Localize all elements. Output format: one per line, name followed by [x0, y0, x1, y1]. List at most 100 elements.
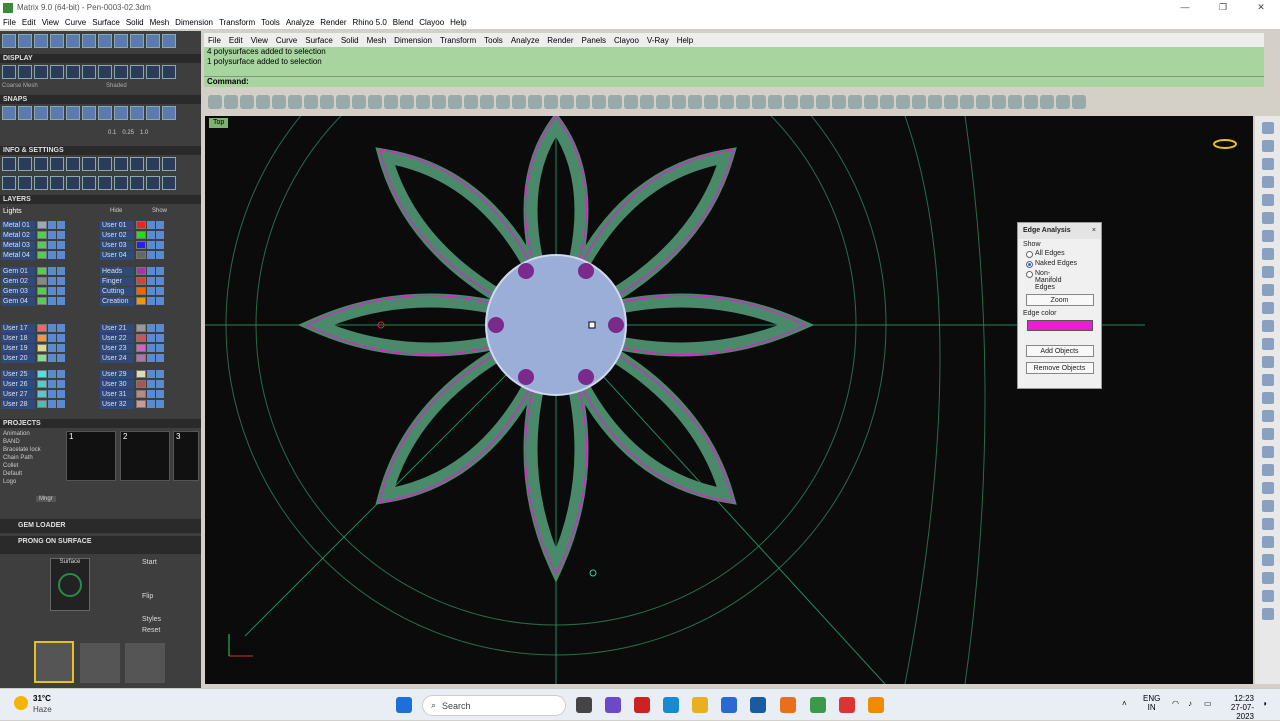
display-toolbar[interactable] [2, 65, 176, 79]
menu-blend[interactable]: Blend [390, 18, 416, 27]
file-explorer-icon[interactable] [692, 697, 708, 713]
rmenu-dimension[interactable]: Dimension [390, 36, 436, 45]
project-thumb-3[interactable]: 3 [173, 431, 199, 481]
rmenu-solid[interactable]: Solid [337, 36, 363, 45]
chevron-up-icon[interactable]: ˄ [1122, 699, 1127, 708]
layer-row[interactable]: User 01 [100, 220, 164, 230]
close-icon[interactable]: × [1092, 223, 1096, 239]
vlc-icon[interactable] [868, 697, 884, 713]
flip-option[interactable]: Flip [142, 593, 153, 600]
rmenu-vray[interactable]: V-Ray [643, 36, 673, 45]
snap-values[interactable]: 0.1 0.25 1.0 [108, 130, 148, 136]
layer-row[interactable]: Metal 04 [1, 250, 65, 260]
menu-transform[interactable]: Transform [216, 18, 258, 27]
rmenu-render[interactable]: Render [543, 36, 577, 45]
list-item[interactable]: Default [3, 470, 63, 478]
layer-row[interactable]: User 27 [1, 389, 65, 399]
menu-rhino5[interactable]: Rhino 5.0 [350, 18, 390, 27]
rmenu-analyze[interactable]: Analyze [507, 36, 543, 45]
notification-icon[interactable]: ◑ [1262, 699, 1267, 708]
zoom-button[interactable]: Zoom [1025, 294, 1094, 306]
layer-row[interactable]: User 23 [100, 343, 164, 353]
layer-row[interactable]: User 21 [100, 323, 164, 333]
command-prompt[interactable]: Command: [204, 76, 1264, 87]
weather-icon[interactable] [14, 696, 28, 710]
layer-row[interactable]: Gem 02 [1, 276, 65, 286]
remove-objects-button[interactable]: Remove Objects [1025, 362, 1094, 374]
volume-icon[interactable]: ♪ [1188, 699, 1192, 708]
all-edges-radio[interactable]: All Edges [1018, 250, 1101, 258]
styles-option[interactable]: Styles [142, 616, 161, 623]
menu-render[interactable]: Render [317, 18, 349, 27]
layer-row[interactable]: Gem 03 [1, 286, 65, 296]
menu-clayoo[interactable]: Clayoo [416, 18, 447, 27]
list-item[interactable]: BAND [3, 438, 63, 446]
layer-row[interactable]: User 17 [1, 323, 65, 333]
prong-style-2[interactable] [80, 643, 120, 683]
layer-row[interactable]: Gem 04 [1, 296, 65, 306]
menu-file[interactable]: File [0, 18, 19, 27]
weather-temp[interactable]: 31°C [33, 694, 51, 703]
search-box[interactable]: ⌕ Search [422, 695, 566, 716]
snaps-toolbar[interactable] [2, 106, 176, 120]
menu-help[interactable]: Help [447, 18, 469, 27]
list-item[interactable]: Chain Path [3, 454, 63, 462]
store-icon[interactable] [721, 697, 737, 713]
rmenu-tools[interactable]: Tools [480, 36, 507, 45]
prong-header[interactable]: PRONG ON SURFACE [0, 536, 201, 554]
rhino-toolbar[interactable] [204, 92, 1264, 112]
layer-row[interactable]: Creation [100, 296, 164, 306]
clock[interactable]: 12:23 27-07-2023 [1222, 694, 1254, 721]
menu-edit[interactable]: Edit [19, 18, 39, 27]
layer-row[interactable]: User 04 [100, 250, 164, 260]
menu-analyze[interactable]: Analyze [283, 18, 317, 27]
info-toolbar-2[interactable] [2, 176, 176, 190]
layer-row[interactable]: Finger [100, 276, 164, 286]
list-item[interactable]: Collet [3, 462, 63, 470]
close-icon[interactable]: ✕ [1242, 2, 1280, 13]
menu-view[interactable]: View [39, 18, 62, 27]
minimize-icon[interactable]: — [1166, 2, 1204, 13]
naked-edges-radio[interactable]: Naked Edges [1018, 260, 1101, 268]
project-thumb-1[interactable]: 1 [66, 431, 116, 481]
matrix-app-icon[interactable] [810, 697, 826, 713]
prong-style-3[interactable] [125, 643, 165, 683]
viewport-label[interactable]: Top [209, 118, 229, 128]
wifi-icon[interactable]: ◠ [1172, 699, 1179, 708]
layer-row[interactable]: User 24 [100, 353, 164, 363]
rmenu-mesh[interactable]: Mesh [363, 36, 391, 45]
layer-row[interactable]: User 28 [1, 399, 65, 409]
task-view-icon[interactable] [576, 697, 592, 713]
rmenu-transform[interactable]: Transform [436, 36, 480, 45]
layer-row[interactable]: Metal 01 [1, 220, 65, 230]
menu-tools[interactable]: Tools [258, 18, 283, 27]
language-indicator[interactable]: ENG IN [1143, 694, 1160, 712]
list-item[interactable]: Animation [3, 430, 63, 438]
menu-surface[interactable]: Surface [89, 18, 123, 27]
rmenu-clayoo[interactable]: Clayoo [610, 36, 643, 45]
layer-row[interactable]: Gem 01 [1, 266, 65, 276]
right-toolbar[interactable] [1255, 116, 1280, 684]
windows-start-icon[interactable] [396, 697, 412, 713]
top-viewport[interactable]: Top [205, 116, 1253, 684]
layer-row[interactable]: User 19 [1, 343, 65, 353]
edge-browser-icon[interactable] [663, 697, 679, 713]
layer-row[interactable]: Metal 03 [1, 240, 65, 250]
show-button[interactable]: Show [152, 208, 167, 214]
layer-row[interactable]: User 25 [1, 369, 65, 379]
menu-curve[interactable]: Curve [62, 18, 89, 27]
rmenu-curve[interactable]: Curve [272, 36, 301, 45]
rmenu-help[interactable]: Help [673, 36, 697, 45]
non-manifold-radio[interactable]: Non-Manifold Edges [1018, 270, 1101, 291]
layer-row[interactable]: User 32 [100, 399, 164, 409]
layer-row[interactable]: User 03 [100, 240, 164, 250]
layer-row[interactable]: User 26 [1, 379, 65, 389]
menu-solid[interactable]: Solid [123, 18, 147, 27]
layer-row[interactable]: User 20 [1, 353, 65, 363]
menu-mesh[interactable]: Mesh [147, 18, 173, 27]
firefox-icon[interactable] [780, 697, 796, 713]
projects-list[interactable]: Animation BAND Bracelate lock Chain Path… [3, 430, 63, 486]
prong-style-1[interactable] [34, 641, 74, 683]
battery-icon[interactable]: ▭ [1204, 699, 1212, 708]
start-option[interactable]: Start [142, 559, 157, 566]
